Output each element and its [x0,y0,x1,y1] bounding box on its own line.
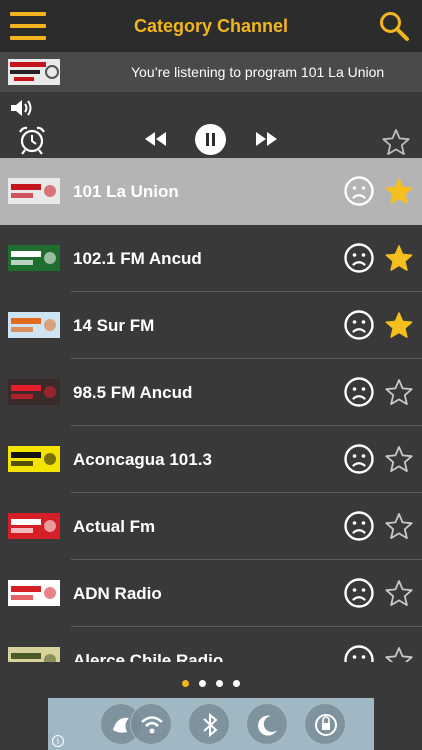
pause-icon [206,133,209,146]
page-dot[interactable] [199,680,206,687]
station-row[interactable]: 14 Sur FM [0,292,422,359]
sad-face-icon[interactable] [343,242,375,274]
fast-forward-icon[interactable] [255,130,279,148]
star-filled-icon[interactable] [384,244,414,273]
station-row[interactable]: Aconcagua 101.3 [0,426,422,493]
star-outline-icon[interactable] [384,579,414,608]
sad-face-icon[interactable] [343,510,375,542]
station-name: Alerce Chile Radio [73,651,224,662]
star-outline-icon[interactable] [384,646,414,662]
star-outline-icon[interactable] [384,512,414,541]
sad-face-icon[interactable] [343,443,375,475]
page-dot[interactable] [182,680,189,687]
now-playing-text: You’re listening to program 101 La Union [131,64,385,80]
station-row[interactable]: ADN Radio [0,560,422,627]
station-logo [8,446,60,472]
rotation-lock-icon [304,703,346,745]
station-name: 101 La Union [73,182,179,201]
station-name: ADN Radio [73,584,162,603]
page-title: Category Channel [133,16,289,36]
player-controls [0,92,422,164]
alarm-clock-icon[interactable] [17,125,47,155]
search-icon[interactable] [378,10,410,42]
star-outline-icon[interactable] [381,128,411,157]
speaker-icon[interactable] [10,98,34,118]
star-filled-icon[interactable] [384,311,414,340]
top-bar: Category Channel [0,0,422,52]
ad-banner[interactable]: i [48,698,374,750]
page-dot[interactable] [216,680,223,687]
star-outline-icon[interactable] [384,445,414,474]
sad-face-icon[interactable] [343,644,375,662]
station-name: 14 Sur FM [73,316,155,335]
now-playing-bar[interactable]: You’re listening to program 101 La Union [0,52,422,92]
station-logo [8,245,60,271]
station-row[interactable]: Alerce Chile Radio [0,627,422,662]
station-logo [8,178,60,204]
station-logo [8,312,60,338]
wifi-icon [130,703,172,745]
station-name: Actual Fm [73,517,156,536]
station-logo [8,647,60,662]
station-row[interactable]: 102.1 FM Ancud [0,225,422,292]
pause-button[interactable] [195,124,226,155]
page-dot[interactable] [233,680,240,687]
star-outline-icon[interactable] [384,378,414,407]
rewind-icon[interactable] [143,130,167,148]
sad-face-icon[interactable] [343,309,375,341]
station-logo [8,59,60,85]
station-name: Aconcagua 101.3 [73,450,212,469]
moon-icon [246,703,288,745]
bluetooth-icon [188,703,230,745]
sad-face-icon[interactable] [343,376,375,408]
station-list: 101 La Union 102.1 FM Ancud 14 Sur FM 98.5 … [0,158,422,662]
star-filled-icon[interactable] [384,177,414,206]
station-name: 102.1 FM Ancud [73,249,202,268]
station-logo [8,379,60,405]
station-logo [8,580,60,606]
sad-face-icon[interactable] [343,175,375,207]
sad-face-icon[interactable] [343,577,375,609]
page-indicator[interactable] [0,674,422,687]
station-row[interactable]: Actual Fm [0,493,422,560]
station-row[interactable]: 98.5 FM Ancud [0,359,422,426]
station-logo [8,513,60,539]
ad-info-icon[interactable]: i [52,735,64,747]
station-row[interactable]: 101 La Union [0,158,422,225]
station-name: 98.5 FM Ancud [73,383,193,402]
